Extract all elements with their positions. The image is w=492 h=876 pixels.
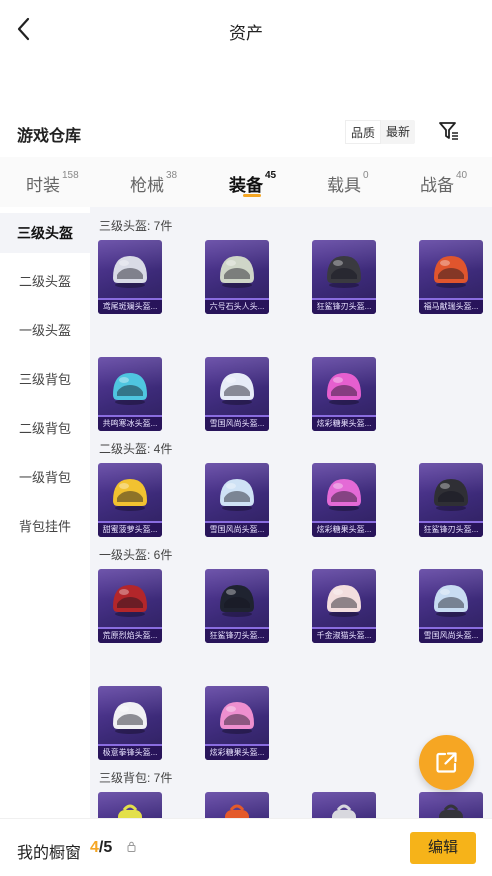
helmet-icon	[327, 373, 361, 405]
helmet-icon	[113, 585, 147, 617]
sidebar-item-level1-helmet[interactable]: 一级头盔	[0, 311, 90, 351]
helmet-icon	[220, 585, 254, 617]
sort-toggle: 品质 最新	[345, 120, 416, 144]
item-card[interactable]: 鸢尾斑斓头盔...	[98, 240, 162, 314]
item-grid: 三级头盔: 7件 二级头盔: 4件 一级头盔: 6件 三级背包: 7件 鸢尾斑斓…	[90, 207, 492, 818]
backpack-icon	[439, 804, 463, 818]
sidebar-item-level1-backpack[interactable]: 一级背包	[0, 458, 90, 498]
helmet-icon	[220, 256, 254, 288]
group-label: 三级背包: 7件	[99, 771, 173, 785]
item-card[interactable]: 炫彩糖果头盔...	[205, 686, 269, 760]
sidebar-item-backpack-charm[interactable]: 背包挂件	[0, 507, 90, 547]
item-name: 狂鲨锋刃头盔...	[205, 629, 269, 643]
sort-quality-button[interactable]: 品质	[345, 120, 382, 144]
item-name: 鸢尾斑斓头盔...	[98, 300, 162, 314]
item-name: 雪国风尚头盔...	[205, 417, 269, 431]
showcase-label: 我的橱窗	[17, 845, 82, 862]
item-card[interactable]: 极意拳锋头盔...	[98, 686, 162, 760]
item-card[interactable]: 共鸣寒冰头盔...	[98, 357, 162, 431]
showcase-count: 4/5	[90, 839, 113, 856]
category-tabs: 时装158 枪械38 装备45 载具0 战备40	[0, 157, 492, 207]
item-card[interactable]: 雪国风尚头盔...	[419, 569, 483, 643]
helmet-icon	[113, 702, 147, 734]
showcase-bar: 我的橱窗 4/5 编辑	[0, 818, 492, 876]
lock-icon	[127, 841, 136, 852]
share-button[interactable]	[419, 735, 474, 790]
item-name: 雪国风尚头盔...	[205, 523, 269, 537]
item-name: 极意拳锋头盔...	[98, 746, 162, 760]
sidebar-item-level3-backpack[interactable]: 三级背包	[0, 360, 90, 400]
item-name: 千金淑猫头盔...	[312, 629, 376, 643]
helmet-icon	[113, 373, 147, 405]
tab-fashion[interactable]: 时装158	[26, 170, 79, 196]
item-card[interactable]: 雪国风尚头盔...	[205, 357, 269, 431]
item-card[interactable]: 狂鲨锋刃头盔...	[205, 569, 269, 643]
group-label: 二级头盔: 4件	[99, 442, 173, 456]
item-card[interactable]: 福马献瑞头盔...	[419, 240, 483, 314]
helmet-icon	[113, 479, 147, 511]
item-card[interactable]: 狂鲨锋刃头盔...	[312, 240, 376, 314]
filter-button[interactable]	[437, 119, 461, 143]
item-name: 共鸣寒冰头盔...	[98, 417, 162, 431]
helmet-icon	[434, 256, 468, 288]
item-card[interactable]: 千金淑猫头盔...	[312, 569, 376, 643]
helmet-icon	[327, 256, 361, 288]
helmet-icon	[327, 479, 361, 511]
top-bar: 资产	[0, 0, 492, 58]
group-label: 三级头盔: 7件	[99, 219, 173, 233]
item-card[interactable]	[419, 792, 483, 818]
item-name: 福马献瑞头盔...	[419, 300, 483, 314]
item-card[interactable]: 甜蜜菠萝头盔...	[98, 463, 162, 537]
item-name: 甜蜜菠萝头盔...	[98, 523, 162, 537]
tab-vehicles[interactable]: 载具0	[327, 170, 369, 196]
item-name: 雪国风尚头盔...	[419, 629, 483, 643]
item-name: 六号石头人头...	[205, 300, 269, 314]
tab-supplies[interactable]: 战备40	[420, 170, 467, 196]
sidebar-item-level3-helmet[interactable]: 三级头盔	[0, 213, 90, 253]
helmet-icon	[327, 585, 361, 617]
item-card[interactable]: 狂鲨锋刃头盔...	[419, 463, 483, 537]
item-card[interactable]: 雪国风尚头盔...	[205, 463, 269, 537]
sidebar-item-level2-helmet[interactable]: 二级头盔	[0, 262, 90, 302]
page-title: 资产	[229, 24, 263, 43]
item-name: 炫彩糖果头盔...	[205, 746, 269, 760]
item-card[interactable]	[312, 792, 376, 818]
item-card[interactable]	[205, 792, 269, 818]
backpack-icon	[332, 804, 356, 818]
backpack-icon	[225, 804, 249, 818]
active-tab-indicator	[243, 194, 261, 197]
tab-weapons[interactable]: 枪械38	[130, 170, 177, 196]
warehouse-title: 游戏仓库	[17, 128, 82, 145]
item-name: 炫彩糖果头盔...	[312, 523, 376, 537]
item-name: 荒原烈焰头盔...	[98, 629, 162, 643]
sidebar-item-level2-backpack[interactable]: 二级背包	[0, 409, 90, 449]
external-link-icon	[436, 752, 457, 773]
group-label: 一级头盔: 6件	[99, 548, 173, 562]
item-card[interactable]: 六号石头人头...	[205, 240, 269, 314]
helmet-icon	[220, 373, 254, 405]
item-card[interactable]: 炫彩糖果头盔...	[312, 357, 376, 431]
helmet-icon	[220, 702, 254, 734]
filter-icon	[439, 122, 458, 140]
helmet-icon	[113, 256, 147, 288]
helmet-icon	[434, 479, 468, 511]
item-card[interactable]: 荒原烈焰头盔...	[98, 569, 162, 643]
item-name: 狂鲨锋刃头盔...	[419, 523, 483, 537]
item-name: 狂鲨锋刃头盔...	[312, 300, 376, 314]
helmet-icon	[220, 479, 254, 511]
sidebar: 三级头盔 二级头盔 一级头盔 三级背包 二级背包 一级背包 背包挂件	[0, 207, 90, 818]
item-card[interactable]	[98, 792, 162, 818]
edit-button[interactable]: 编辑	[410, 832, 476, 864]
backpack-icon	[118, 804, 142, 818]
helmet-icon	[434, 585, 468, 617]
item-name: 炫彩糖果头盔...	[312, 417, 376, 431]
item-card[interactable]: 炫彩糖果头盔...	[312, 463, 376, 537]
tab-equipment[interactable]: 装备45	[229, 170, 276, 196]
sort-newest-button[interactable]: 最新	[381, 120, 415, 144]
